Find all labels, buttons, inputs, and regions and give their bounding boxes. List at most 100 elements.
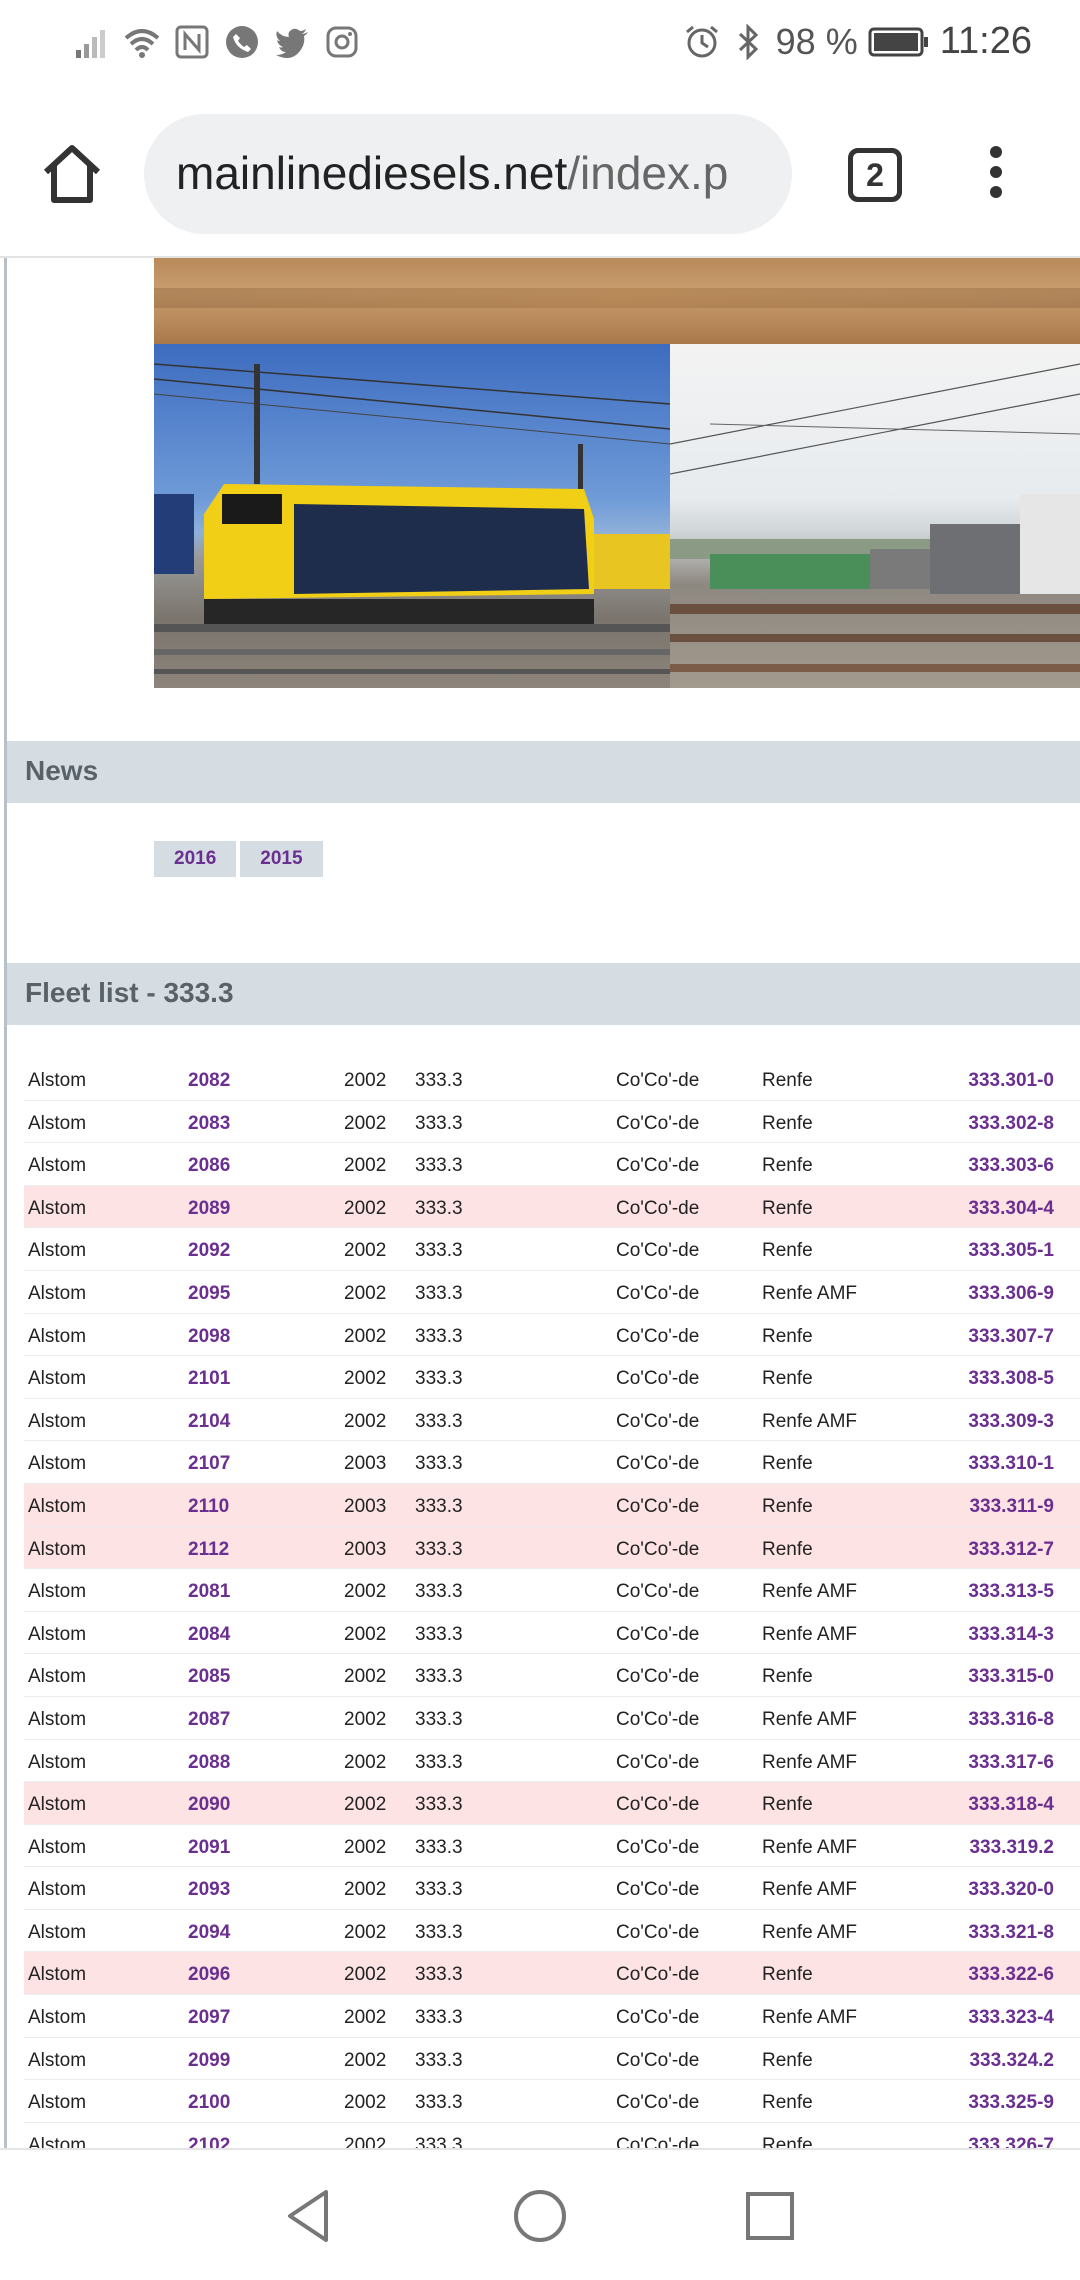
- tab-switcher-button[interactable]: 2: [848, 148, 902, 202]
- fleet-number-link[interactable]: 333.303-6: [968, 1155, 1054, 1177]
- clock: 11:26: [939, 20, 1032, 62]
- works-number-link[interactable]: 2082: [188, 1070, 230, 1092]
- system-nav-bar: [0, 2148, 1080, 2280]
- url-domain: mainlinediesels.net: [176, 147, 568, 199]
- locomotive-photo-freight[interactable]: [670, 344, 1080, 688]
- fleet-number-link[interactable]: 333.304-4: [968, 1198, 1054, 1220]
- works-number-link[interactable]: 2085: [188, 1666, 230, 1688]
- builder-cell: Alstom: [28, 2007, 87, 2029]
- table-row: Alstom 2101 2002 333.3 Co'Co'-de Renfe 333.308…: [24, 1356, 1080, 1399]
- fleet-number-link[interactable]: 333.325-9: [968, 2092, 1054, 2114]
- works-number-link[interactable]: 2084: [188, 1624, 230, 1646]
- locomotive-photo-yellow[interactable]: [154, 344, 670, 688]
- works-number-link[interactable]: 2090: [188, 1794, 230, 1816]
- browser-toolbar: mainlinediesels.net/index.p 2: [0, 92, 1080, 258]
- fleet-number-link[interactable]: 333.313-5: [968, 1581, 1054, 1603]
- fleet-number-link[interactable]: 333.315-0: [968, 1666, 1054, 1688]
- works-number-link[interactable]: 2096: [188, 1964, 230, 1986]
- nfc-icon: [175, 25, 209, 59]
- works-number-link[interactable]: 2087: [188, 1709, 230, 1731]
- works-number-link[interactable]: 2081: [188, 1581, 230, 1603]
- wheel-arrangement-cell: Co'Co'-de: [616, 1666, 700, 1688]
- fleet-number-link[interactable]: 333.309-3: [968, 1411, 1054, 1433]
- fleet-number-link[interactable]: 333.305-1: [968, 1240, 1054, 1262]
- year-cell: 2002: [344, 2049, 387, 2071]
- works-number-link[interactable]: 2095: [188, 1283, 230, 1305]
- works-number-link[interactable]: 2101: [188, 1368, 230, 1390]
- fleet-number-link[interactable]: 333.314-3: [968, 1624, 1054, 1646]
- works-number-link[interactable]: 2088: [188, 1752, 230, 1774]
- home-icon[interactable]: [40, 142, 104, 206]
- works-number-link[interactable]: 2094: [188, 1922, 230, 1944]
- fleet-number-link[interactable]: 333.316-8: [968, 1709, 1054, 1731]
- year-cell: 2002: [344, 1964, 387, 1986]
- table-row: Alstom 2112 2003 333.3 Co'Co'-de Renfe 333.312…: [24, 1526, 1080, 1570]
- fleet-number-link[interactable]: 333.310-1: [968, 1453, 1054, 1475]
- works-number-link[interactable]: 2099: [188, 2050, 230, 2072]
- home-circle-icon[interactable]: [508, 2184, 572, 2248]
- year-cell: 2002: [344, 1070, 387, 1091]
- owner-cell: Renfe: [762, 1453, 813, 1475]
- fleet-number-link[interactable]: 333.324.2: [969, 2050, 1054, 2072]
- fleet-number-link[interactable]: 333.302-8: [968, 1113, 1054, 1135]
- fleet-table: Alstom 2082 2002 333.3 Co'Co'-de Renfe 333.301…: [24, 1058, 1080, 2148]
- fleet-number-link[interactable]: 333.322-6: [968, 1964, 1054, 1986]
- overflow-menu-icon[interactable]: [978, 146, 1014, 206]
- works-number-link[interactable]: 2097: [188, 2007, 230, 2029]
- class-cell: 333.3: [415, 1708, 463, 1730]
- fleet-number-link[interactable]: 333.317-6: [968, 1752, 1054, 1774]
- owner-cell: Renfe: [762, 1368, 813, 1390]
- class-cell: 333.3: [415, 1751, 463, 1773]
- table-row: Alstom 2086 2002 333.3 Co'Co'-de Renfe 333.303…: [24, 1143, 1080, 1186]
- wheel-arrangement-cell: Co'Co'-de: [616, 2134, 700, 2148]
- wheel-arrangement-cell: Co'Co'-de: [616, 1708, 700, 1730]
- class-cell: 333.3: [415, 1368, 463, 1390]
- wheel-arrangement-cell: Co'Co'-de: [616, 1240, 700, 1262]
- fleet-number-link[interactable]: 333.323-4: [968, 2007, 1054, 2029]
- works-number-link[interactable]: 2092: [188, 1240, 230, 1262]
- fleet-number-link[interactable]: 333.320-0: [968, 1879, 1054, 1901]
- works-number-link[interactable]: 2100: [188, 2092, 230, 2114]
- works-number-link[interactable]: 2110: [188, 1496, 229, 1518]
- wheel-arrangement-cell: Co'Co'-de: [616, 1070, 700, 1091]
- fleet-number-link[interactable]: 333.312-7: [968, 1539, 1054, 1561]
- fleet-number-link[interactable]: 333.301-0: [968, 1070, 1054, 1092]
- back-icon[interactable]: [278, 2184, 342, 2248]
- works-number-link[interactable]: 2112: [188, 1539, 229, 1561]
- table-row: Alstom 2087 2002 333.3 Co'Co'-de Renfe AMF 333…: [24, 1697, 1080, 1740]
- year-cell: 2002: [344, 1282, 387, 1304]
- builder-cell: Alstom: [28, 1964, 87, 1986]
- fleet-number-link[interactable]: 333.321-8: [968, 1922, 1054, 1944]
- fleet-number-link[interactable]: 333.308-5: [968, 1368, 1054, 1390]
- fleet-number-link[interactable]: 333.307-7: [968, 1326, 1054, 1348]
- year-cell: 2002: [344, 1708, 387, 1730]
- year-tab-2015[interactable]: 2015: [240, 841, 323, 877]
- fleet-number-link[interactable]: 333.311-9: [969, 1496, 1054, 1518]
- works-number-link[interactable]: 2091: [188, 1837, 230, 1859]
- fleet-number-link[interactable]: 333.319.2: [969, 1837, 1054, 1859]
- address-bar[interactable]: mainlinediesels.net/index.p: [144, 114, 792, 234]
- table-row: Alstom 2085 2002 333.3 Co'Co'-de Renfe 333.315…: [24, 1654, 1080, 1697]
- class-cell: 333.3: [415, 1325, 463, 1347]
- owner-cell: Renfe: [762, 1240, 813, 1262]
- class-cell: 333.3: [415, 2007, 463, 2029]
- builder-cell: Alstom: [28, 1240, 87, 1262]
- year-cell: 2002: [344, 2092, 387, 2114]
- year-tab-2016[interactable]: 2016: [154, 841, 237, 877]
- recents-icon[interactable]: [738, 2184, 802, 2248]
- works-number-link[interactable]: 2104: [188, 1411, 230, 1433]
- fleet-number-link[interactable]: 333.326-7: [968, 2135, 1054, 2148]
- builder-cell: Alstom: [28, 1879, 87, 1901]
- class-cell: 333.3: [415, 1921, 463, 1943]
- fleet-number-link[interactable]: 333.306-9: [968, 1283, 1054, 1305]
- works-number-link[interactable]: 2089: [188, 1198, 230, 1220]
- works-number-link[interactable]: 2102: [188, 2135, 230, 2148]
- works-number-link[interactable]: 2093: [188, 1879, 230, 1901]
- works-number-link[interactable]: 2107: [188, 1453, 230, 1475]
- table-row: Alstom 2091 2002 333.3 Co'Co'-de Renfe AMF 333…: [24, 1825, 1080, 1868]
- fleet-number-link[interactable]: 333.318-4: [968, 1794, 1054, 1816]
- works-number-link[interactable]: 2098: [188, 1326, 230, 1348]
- works-number-link[interactable]: 2086: [188, 1155, 230, 1177]
- works-number-link[interactable]: 2083: [188, 1113, 230, 1135]
- table-row: Alstom 2083 2002 333.3 Co'Co'-de Renfe 333.302…: [24, 1101, 1080, 1144]
